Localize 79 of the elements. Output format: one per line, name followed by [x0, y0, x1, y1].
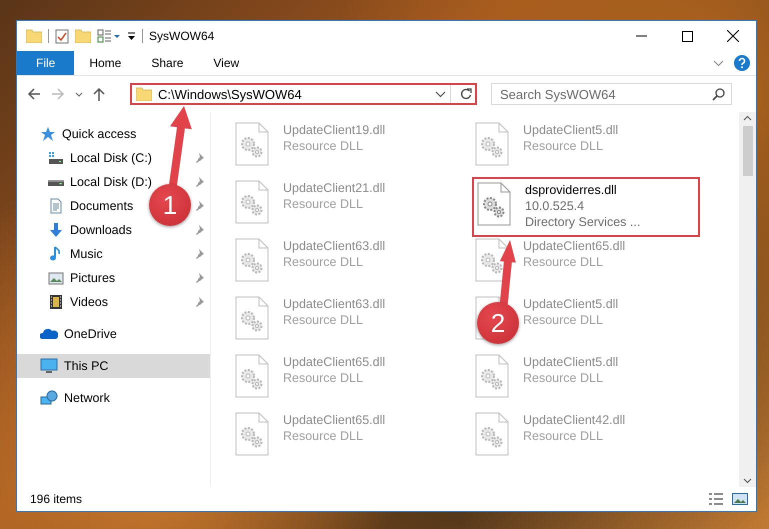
cloud-icon	[40, 327, 58, 341]
file-gears-icon	[235, 296, 269, 340]
nav-label[interactable]: This PC	[64, 359, 108, 373]
large-icons-view-icon[interactable]	[732, 492, 748, 506]
nav-label[interactable]: Local Disk (C:)	[70, 151, 152, 165]
file-detail: Resource DLL	[523, 254, 604, 270]
file-detail: Resource DLL	[283, 254, 364, 270]
file-gears-icon	[475, 412, 509, 456]
ribbon-tab[interactable]: Home	[74, 51, 136, 75]
help-icon[interactable]	[734, 55, 750, 71]
file-detail: Resource DLL	[523, 428, 604, 444]
picture-icon	[48, 270, 64, 286]
nav-label[interactable]: Music	[70, 247, 103, 261]
minimize-icon[interactable]	[636, 35, 646, 37]
file-detail: Resource DLL	[523, 138, 604, 154]
item-count: 196 items	[30, 492, 82, 506]
pin-icon[interactable]	[194, 177, 204, 187]
file-gears-icon	[477, 182, 511, 226]
ribbon-tab[interactable]: View	[198, 51, 254, 75]
file-detail: Resource DLL	[523, 370, 604, 386]
file-gears-icon	[235, 412, 269, 456]
file-detail: Resource DLL	[283, 428, 364, 444]
maximize-icon[interactable]	[682, 30, 692, 42]
nav-label[interactable]: Videos	[70, 295, 108, 309]
search-field[interactable]: Search SysWOW64	[491, 83, 732, 105]
file-gears-icon	[235, 122, 269, 166]
download-arrow-icon	[48, 222, 64, 238]
chevron-down-icon[interactable]	[435, 90, 446, 98]
scrollbar[interactable]	[739, 112, 756, 487]
ribbon-tab[interactable]: Share	[136, 51, 198, 75]
refresh-icon[interactable]	[460, 88, 472, 100]
close-icon[interactable]	[727, 30, 739, 42]
nav-label[interactable]: OneDrive	[64, 327, 117, 341]
file-detail: Directory Services ...	[525, 214, 640, 230]
nav-label[interactable]: Quick access	[62, 127, 136, 141]
document-icon	[48, 198, 64, 214]
file-gears-icon	[235, 354, 269, 398]
properties-list-icon[interactable]	[97, 29, 121, 43]
window-title: SysWOW64	[149, 29, 214, 43]
properties-icon[interactable]	[55, 28, 69, 44]
back-arrow-icon[interactable]	[27, 88, 41, 100]
file-detail: 10.0.525.4	[525, 198, 586, 214]
pin-icon[interactable]	[194, 201, 204, 211]
file-gears-icon	[235, 180, 269, 224]
pin-icon[interactable]	[194, 225, 204, 235]
file-name[interactable]: dsproviderres.dll	[525, 182, 640, 198]
nav-label[interactable]: Downloads	[70, 223, 132, 237]
nav-label[interactable]: Local Disk (D:)	[70, 175, 152, 189]
file-gears-icon	[235, 238, 269, 282]
file-detail: Resource DLL	[523, 312, 604, 328]
scrollbar-thumb[interactable]	[742, 126, 752, 176]
address-field[interactable]: C:\Windows\SysWOW64	[130, 83, 477, 105]
details-view-icon[interactable]	[708, 492, 724, 506]
file-detail: Resource DLL	[283, 312, 364, 328]
pin-icon[interactable]	[194, 153, 204, 163]
file-gears-icon	[475, 122, 509, 166]
file-detail: Resource DLL	[283, 138, 364, 154]
file-detail: Resource DLL	[283, 196, 364, 212]
customize-toolbar-icon[interactable]	[127, 31, 136, 41]
folder-icon	[136, 87, 152, 101]
drive-icon	[48, 180, 64, 186]
drive-icon	[48, 150, 64, 166]
film-icon	[48, 294, 64, 310]
nav-label[interactable]: Documents	[70, 199, 134, 213]
up-arrow-icon[interactable]	[93, 87, 105, 101]
nav-label[interactable]: Pictures	[70, 271, 116, 285]
pin-icon[interactable]	[194, 297, 204, 307]
network-icon	[40, 390, 58, 406]
ribbon-tab[interactable]: File	[17, 51, 74, 75]
recent-locations-chevron-icon[interactable]	[75, 92, 83, 96]
computer-icon	[40, 358, 58, 374]
file-gears-icon	[475, 354, 509, 398]
selected-nav-item[interactable]: This PC	[17, 354, 210, 378]
file-detail: Resource DLL	[283, 370, 364, 386]
nav-label[interactable]: Network	[64, 391, 110, 405]
pin-icon[interactable]	[194, 273, 204, 283]
star-icon	[40, 126, 56, 142]
pin-icon[interactable]	[194, 249, 204, 259]
search-icon[interactable]	[712, 88, 725, 100]
